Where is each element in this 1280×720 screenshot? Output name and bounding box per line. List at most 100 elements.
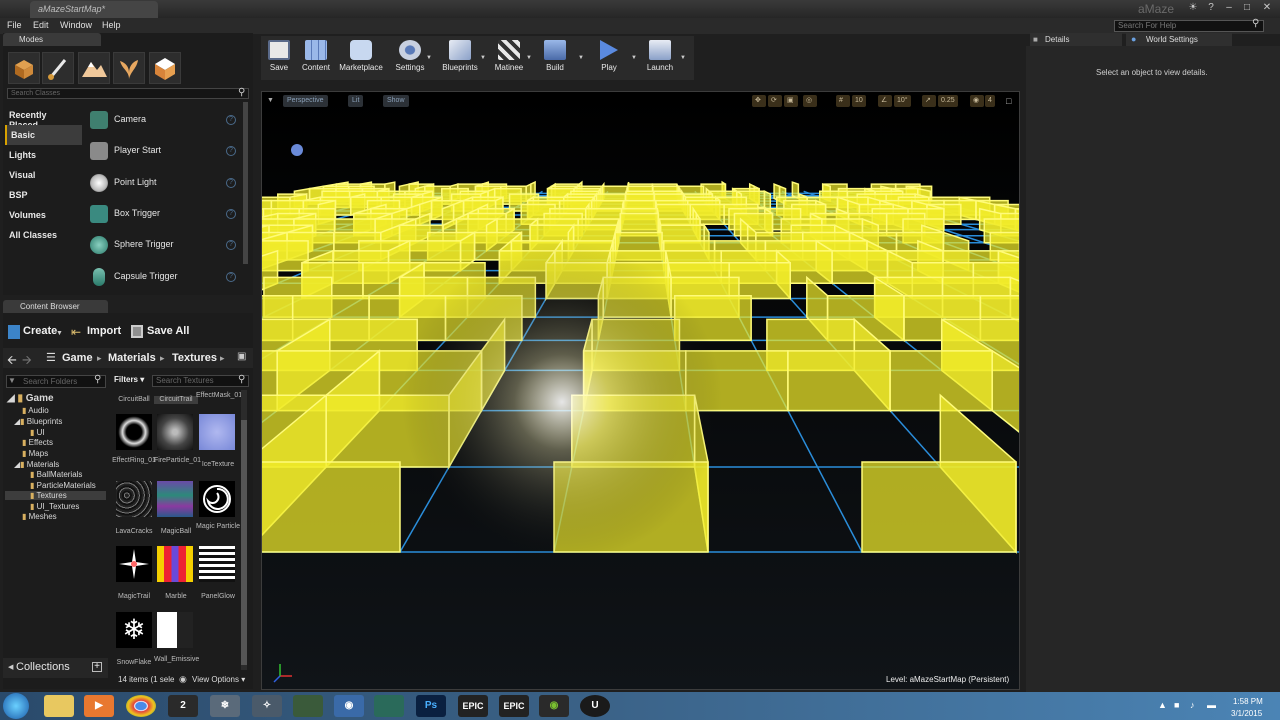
app-icon[interactable]: ◉: [334, 695, 364, 717]
vlc-icon[interactable]: ▶: [84, 695, 114, 717]
translate-icon[interactable]: ✥: [752, 95, 766, 107]
play-button[interactable]: Play: [594, 38, 624, 78]
chevron-down-icon[interactable]: ▼: [680, 55, 686, 61]
asset-label-marble[interactable]: Marble: [154, 593, 198, 601]
asset-label-panelglow[interactable]: PanelGlow: [196, 593, 240, 601]
settings-button[interactable]: Settings: [392, 38, 428, 78]
rotate-icon[interactable]: ⟳: [768, 95, 782, 107]
category-all-classes[interactable]: All Classes: [5, 225, 82, 245]
grid-snap-icon[interactable]: #: [836, 95, 850, 107]
close-button[interactable]: ✕: [1258, 1, 1276, 15]
import-button[interactable]: Import: [87, 325, 121, 337]
help-icon[interactable]: ?: [226, 178, 236, 188]
launch-button[interactable]: Launch: [643, 38, 677, 78]
forward-arrow-icon[interactable]: 🡪: [22, 351, 32, 372]
chevron-down-icon[interactable]: ▼: [426, 55, 432, 61]
category-recently-placed[interactable]: Recently Placed: [5, 105, 82, 130]
blueprints-button[interactable]: Blueprints: [440, 38, 480, 78]
app-icon[interactable]: ✧: [252, 695, 282, 717]
asset-thumb-magictrail[interactable]: [116, 546, 152, 582]
asset-thumb-magicball[interactable]: [157, 481, 193, 517]
perspective-button[interactable]: Perspective: [283, 95, 328, 107]
help-icon[interactable]: ?: [226, 115, 236, 125]
asset-thumb-magicparticle[interactable]: [199, 481, 235, 517]
save-all-button[interactable]: Save All: [147, 325, 189, 337]
maximize-viewport-icon[interactable]: □: [1006, 96, 1011, 106]
details-tab[interactable]: Details: [1030, 33, 1122, 46]
asset-label-fireparticle[interactable]: FireParticle_01: [154, 457, 201, 465]
foliage-mode-icon[interactable]: [113, 52, 145, 84]
search-icon[interactable]: ⚲: [238, 87, 245, 98]
content-button[interactable]: Content: [299, 38, 333, 78]
scale-snap-icon[interactable]: ↗: [922, 95, 936, 107]
lit-button[interactable]: Lit: [348, 95, 364, 107]
minimize-button[interactable]: –: [1220, 1, 1238, 15]
level-viewport[interactable]: [261, 91, 1020, 690]
chevron-down-icon[interactable]: ▼: [631, 55, 637, 61]
geometry-mode-icon[interactable]: [149, 52, 181, 84]
light-source-icon[interactable]: [291, 144, 303, 156]
asset-thumb-fireparticle[interactable]: [157, 414, 193, 450]
tree-icon[interactable]: ☰: [46, 351, 56, 364]
paint-mode-icon[interactable]: [42, 52, 74, 84]
folder-ui-textures[interactable]: ▮ UI_Textures: [30, 502, 79, 511]
chevron-down-icon[interactable]: ▼: [526, 55, 532, 61]
category-lights[interactable]: Lights: [5, 145, 82, 165]
breadcrumb-game[interactable]: Game: [62, 352, 93, 364]
asset-label-effectring[interactable]: EffectRing_01: [112, 457, 156, 465]
blender-icon[interactable]: 2: [168, 695, 198, 717]
asset-thumb-wall-emissive[interactable]: [157, 612, 193, 648]
modes-scrollbar[interactable]: [243, 102, 248, 264]
menu-help[interactable]: Help: [102, 20, 121, 30]
lock-icon[interactable]: ▣: [237, 351, 246, 362]
tray-icon[interactable]: ■: [1174, 700, 1179, 710]
explorer-icon[interactable]: [44, 695, 74, 717]
search-classes-input[interactable]: Search Classes: [7, 88, 249, 99]
photoshop-icon[interactable]: Ps: [416, 695, 446, 717]
grid-snap-value[interactable]: 10: [852, 95, 866, 107]
nvidia-icon[interactable]: ◉: [539, 695, 569, 717]
asset-label-wall-emissive[interactable]: Wall_Emissive: [154, 656, 199, 664]
category-visual[interactable]: Visual: [5, 165, 82, 185]
category-basic[interactable]: Basic: [5, 125, 82, 145]
view-options-button[interactable]: View Options ▾: [192, 675, 245, 684]
chevron-right-icon[interactable]: ◀: [8, 663, 13, 671]
asset-scrollbar-thumb[interactable]: [241, 420, 247, 665]
folder-meshes[interactable]: ▮ Meshes: [22, 512, 57, 521]
show-button[interactable]: Show: [383, 95, 409, 107]
chrome-icon[interactable]: [126, 695, 156, 717]
world-settings-tab[interactable]: World Settings: [1126, 33, 1232, 46]
tray-arrow-icon[interactable]: ▲: [1158, 700, 1167, 710]
menu-file[interactable]: File: [7, 20, 22, 30]
back-arrow-icon[interactable]: 🡨: [7, 351, 17, 372]
collections-label[interactable]: Collections: [16, 661, 70, 673]
asset-label-magicparticle[interactable]: Magic Particle: [196, 523, 240, 531]
content-browser-tab[interactable]: Content Browser: [3, 300, 108, 313]
create-button[interactable]: Create: [23, 325, 57, 337]
search-icon[interactable]: ⚲: [1252, 18, 1259, 29]
asset-thumb-icetexture[interactable]: [199, 414, 235, 450]
search-folders-input[interactable]: Search Folders: [6, 375, 106, 388]
place-mode-icon[interactable]: [8, 52, 40, 84]
place-item-camera[interactable]: Camera ?: [84, 105, 242, 135]
chevron-down-icon[interactable]: ▼: [578, 55, 584, 61]
unity-icon[interactable]: ❄: [210, 695, 240, 717]
menu-edit[interactable]: Edit: [33, 20, 49, 30]
help-icon[interactable]: ?: [226, 272, 236, 282]
asset-label-magictrail[interactable]: MagicTrail: [112, 593, 156, 601]
category-bsp[interactable]: BSP: [5, 185, 82, 205]
asset-thumb-effectring[interactable]: [116, 414, 152, 450]
scale-snap-value[interactable]: 0.25: [938, 95, 958, 107]
volume-icon[interactable]: ♪: [1190, 700, 1195, 710]
app-icon[interactable]: [293, 695, 323, 717]
breadcrumb-textures[interactable]: Textures: [172, 352, 217, 364]
rotation-snap-icon[interactable]: ∠: [878, 95, 892, 107]
landscape-mode-icon[interactable]: [78, 52, 110, 84]
search-icon[interactable]: ⚲: [94, 374, 101, 385]
help-icon[interactable]: ?: [1202, 1, 1220, 15]
place-item-sphere-trigger[interactable]: Sphere Trigger ?: [84, 230, 242, 260]
folder-maps[interactable]: ▮ Maps: [22, 449, 48, 458]
folder-particlematerials[interactable]: ▮ ParticleMaterials: [30, 481, 96, 490]
search-textures-input[interactable]: Search Textures: [152, 375, 249, 387]
folder-textures[interactable]: ▮ Textures: [5, 491, 106, 500]
